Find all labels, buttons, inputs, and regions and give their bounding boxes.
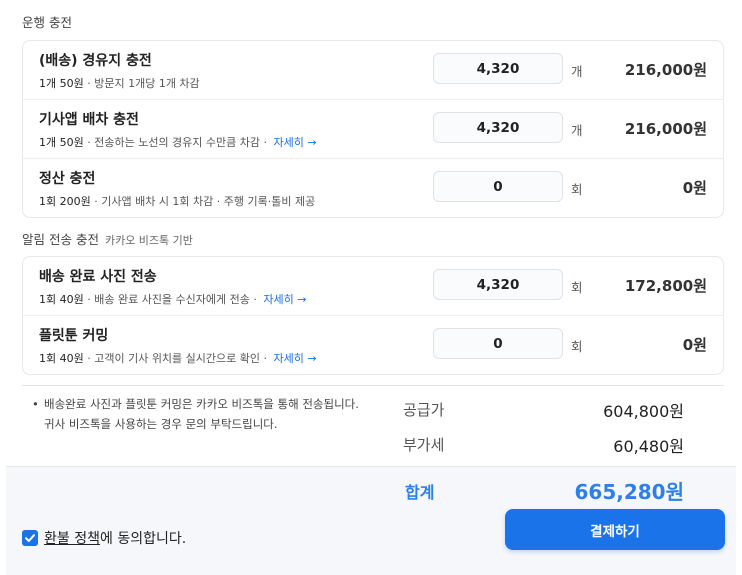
item-amount: 0원 bbox=[682, 179, 707, 197]
item-unit: 회 bbox=[571, 339, 583, 354]
item-name: 플릿툰 커밍 bbox=[39, 328, 109, 344]
item-unit-price: 1회 40원 bbox=[39, 293, 84, 306]
total-value: 665,280원 bbox=[574, 480, 685, 504]
section-title-alert: 알림 전송 충전 카카오 비즈톡 기반 bbox=[22, 232, 193, 247]
quantity-input-delivery-photo[interactable] bbox=[433, 269, 563, 300]
agree-checkbox[interactable] bbox=[22, 530, 38, 546]
item-name: 기사앱 배차 충전 bbox=[39, 112, 139, 128]
item-amount: 172,800원 bbox=[624, 277, 707, 295]
details-link[interactable]: 자세히 → bbox=[263, 293, 306, 306]
pay-button[interactable]: 결제하기 bbox=[505, 509, 725, 550]
item-desc: 1회 40원 · 고객이 기사 위치를 실시간으로 확인 · 자세히 → bbox=[39, 352, 317, 365]
item-unit-price: 1개 50원 bbox=[39, 136, 84, 149]
item-row-settlement: 정산 충전 1회 200원 · 기사앱 배차 시 1회 차감 · 주행 기록·톨… bbox=[23, 159, 723, 217]
item-unit-price: 1회 40원 bbox=[39, 352, 84, 365]
check-icon bbox=[25, 534, 35, 542]
item-unit-price: 1회 200원 bbox=[39, 195, 91, 208]
item-unit: 회 bbox=[571, 280, 583, 295]
quantity-input-fleet-coming[interactable] bbox=[433, 328, 563, 359]
total-label: 합계 bbox=[405, 483, 435, 502]
item-desc: 1개 50원 · 전송하는 노선의 경유지 수만큼 차감 · 자세히 → bbox=[39, 136, 317, 149]
refund-policy-agreement[interactable]: 환불 정책 에 동의합니다. bbox=[22, 528, 186, 548]
item-name: 배송 완료 사진 전송 bbox=[39, 269, 157, 285]
quantity-input-waypoint[interactable] bbox=[433, 53, 563, 84]
refund-policy-link[interactable]: 환불 정책 bbox=[44, 528, 100, 548]
item-unit: 회 bbox=[571, 182, 583, 197]
vat-value: 60,480원 bbox=[613, 437, 684, 456]
section-subtitle-alert: 카카오 비즈톡 기반 bbox=[104, 234, 193, 247]
supply-price-value: 604,800원 bbox=[603, 402, 684, 421]
item-unit-price: 1개 50원 bbox=[39, 77, 84, 90]
delivery-card: (배송) 경유지 충전 1개 50원 · 방문지 1개당 1개 차감 개 216… bbox=[22, 40, 724, 218]
section-title-delivery: 운행 충전 bbox=[22, 15, 72, 30]
quantity-input-driver-dispatch[interactable] bbox=[433, 112, 563, 143]
item-amount: 0원 bbox=[682, 336, 707, 354]
alert-card: 배송 완료 사진 전송 1회 40원 · 배송 완료 사진을 수신자에게 전송 … bbox=[22, 256, 724, 375]
details-link[interactable]: 자세히 → bbox=[274, 136, 317, 149]
note-line-1: 배송완료 사진과 플릿툰 커밍은 카카오 비즈톡을 통해 전송됩니다. bbox=[44, 397, 359, 411]
vat-label: 부가세 bbox=[403, 436, 445, 454]
item-amount: 216,000원 bbox=[624, 61, 707, 79]
item-desc: 1회 200원 · 기사앱 배차 시 1회 차감 · 주행 기록·톨비 제공 bbox=[39, 195, 316, 208]
details-link[interactable]: 자세히 → bbox=[274, 352, 317, 365]
agree-text: 에 동의합니다. bbox=[99, 531, 187, 547]
item-unit: 개 bbox=[571, 123, 583, 138]
item-row-delivery-photo: 배송 완료 사진 전송 1회 40원 · 배송 완료 사진을 수신자에게 전송 … bbox=[23, 257, 723, 316]
summary-divider bbox=[22, 385, 724, 386]
item-row-driver-dispatch: 기사앱 배차 충전 1개 50원 · 전송하는 노선의 경유지 수만큼 차감 ·… bbox=[23, 100, 723, 159]
item-row-waypoint: (배송) 경유지 충전 1개 50원 · 방문지 1개당 1개 차감 개 216… bbox=[23, 41, 723, 100]
item-amount: 216,000원 bbox=[624, 120, 707, 138]
item-row-fleet-coming: 플릿툰 커밍 1회 40원 · 고객이 기사 위치를 실시간으로 확인 · 자세… bbox=[23, 316, 723, 374]
item-name: (배송) 경유지 충전 bbox=[39, 53, 152, 69]
item-name: 정산 충전 bbox=[39, 171, 96, 187]
note-bullet: • bbox=[32, 397, 39, 411]
note-line-2: 귀사 비즈톡을 사용하는 경우 문의 부탁드립니다. bbox=[44, 417, 278, 431]
item-desc: 1회 40원 · 배송 완료 사진을 수신자에게 전송 · 자세히 → bbox=[39, 293, 307, 306]
notice-text: • 배송완료 사진과 플릿툰 커밍은 카카오 비즈톡을 통해 전송됩니다. 귀사… bbox=[32, 394, 394, 434]
item-unit: 개 bbox=[571, 64, 583, 79]
item-desc: 1개 50원 · 방문지 1개당 1개 차감 bbox=[39, 77, 200, 90]
quantity-input-settlement[interactable] bbox=[433, 171, 563, 202]
supply-price-label: 공급가 bbox=[403, 401, 445, 419]
